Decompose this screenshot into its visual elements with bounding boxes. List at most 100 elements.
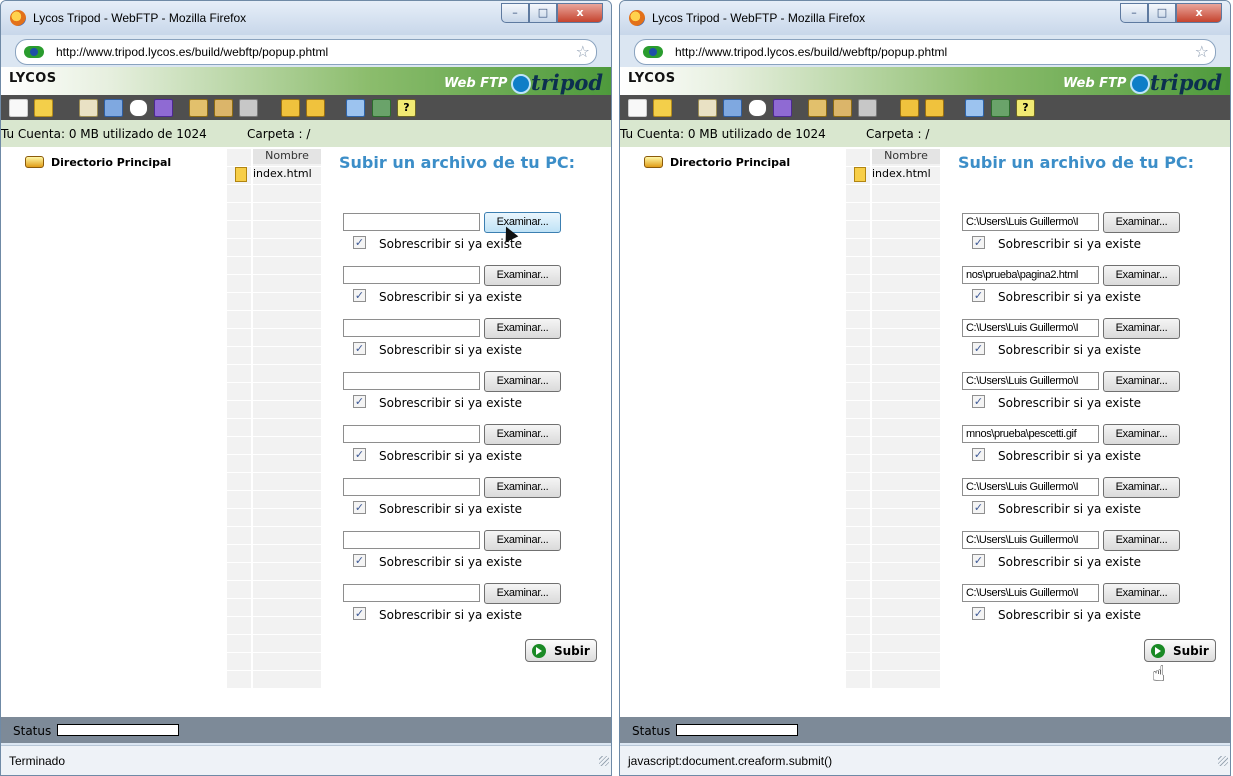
- edit-html-icon[interactable]: [773, 99, 792, 117]
- delete-icon[interactable]: [858, 99, 877, 117]
- overwrite-checkbox[interactable]: ✓: [353, 607, 366, 620]
- lycos-logo[interactable]: LYCOS: [628, 71, 676, 86]
- overwrite-checkbox[interactable]: ✓: [353, 448, 366, 461]
- overwrite-checkbox[interactable]: ✓: [972, 395, 985, 408]
- maximize-button[interactable]: □: [529, 3, 557, 23]
- browse-button[interactable]: Examinar...: [1103, 371, 1180, 392]
- view-icon[interactable]: [346, 99, 365, 117]
- submit-button[interactable]: Subir: [525, 639, 597, 662]
- overwrite-checkbox[interactable]: ✓: [972, 342, 985, 355]
- upload-icon[interactable]: [79, 99, 98, 117]
- overwrite-checkbox[interactable]: ✓: [353, 342, 366, 355]
- minimize-button[interactable]: –: [501, 3, 529, 23]
- rename-icon[interactable]: [306, 99, 325, 117]
- file-path-input[interactable]: [343, 213, 480, 231]
- browse-button[interactable]: Examinar...: [484, 424, 561, 445]
- properties-icon[interactable]: [104, 99, 123, 117]
- browse-button[interactable]: Examinar...: [484, 477, 561, 498]
- file-path-input[interactable]: [343, 266, 480, 284]
- overwrite-checkbox[interactable]: ✓: [353, 554, 366, 567]
- browse-button[interactable]: Examinar...: [1103, 583, 1180, 604]
- help-icon[interactable]: ?: [397, 99, 416, 117]
- browse-button[interactable]: Examinar...: [1103, 477, 1180, 498]
- lycos-logo[interactable]: LYCOS: [9, 71, 57, 86]
- browse-button[interactable]: Examinar...: [484, 265, 561, 286]
- browse-button[interactable]: Examinar...: [1103, 265, 1180, 286]
- preview-icon[interactable]: [748, 99, 767, 117]
- paste-icon[interactable]: [833, 99, 852, 117]
- overwrite-checkbox[interactable]: ✓: [972, 607, 985, 620]
- root-directory[interactable]: Directorio Principal: [51, 156, 171, 169]
- new-file-icon[interactable]: [9, 99, 28, 117]
- browse-button[interactable]: Examinar...: [484, 530, 561, 551]
- copy-icon[interactable]: [808, 99, 827, 117]
- browse-button[interactable]: Examinar...: [1103, 424, 1180, 445]
- file-path-input[interactable]: C:\Users\Luis Guillermo\I: [962, 478, 1099, 496]
- resize-grip[interactable]: [1218, 756, 1228, 766]
- overwrite-checkbox[interactable]: ✓: [972, 448, 985, 461]
- file-path-input[interactable]: C:\Users\Luis Guillermo\I: [962, 372, 1099, 390]
- name-column-header[interactable]: Nombre: [253, 149, 321, 164]
- bookmark-star-icon[interactable]: ☆: [1195, 42, 1209, 62]
- overwrite-checkbox[interactable]: ✓: [972, 236, 985, 249]
- file-path-input[interactable]: [343, 584, 480, 602]
- edit-html-icon[interactable]: [154, 99, 173, 117]
- browse-button[interactable]: Examinar...: [1103, 530, 1180, 551]
- new-folder-icon[interactable]: [653, 99, 672, 117]
- overwrite-checkbox[interactable]: ✓: [353, 395, 366, 408]
- address-bar[interactable]: http://www.tripod.lycos.es/build/webftp/…: [634, 39, 1216, 65]
- maximize-button[interactable]: □: [1148, 3, 1176, 23]
- file-path-input[interactable]: nos\prueba\pagina2.html: [962, 266, 1099, 284]
- browse-button[interactable]: Examinar...: [1103, 318, 1180, 339]
- file-path-input[interactable]: C:\Users\Luis Guillermo\I: [962, 319, 1099, 337]
- overwrite-checkbox[interactable]: ✓: [972, 501, 985, 514]
- overwrite-checkbox[interactable]: ✓: [972, 554, 985, 567]
- file-path-input[interactable]: C:\Users\Luis Guillermo\I: [962, 531, 1099, 549]
- resize-grip[interactable]: [599, 756, 609, 766]
- overwrite-checkbox[interactable]: ✓: [972, 289, 985, 302]
- file-name[interactable]: index.html: [872, 167, 931, 180]
- root-directory[interactable]: Directorio Principal: [670, 156, 790, 169]
- overwrite-checkbox[interactable]: ✓: [353, 236, 366, 249]
- new-file-icon[interactable]: [628, 99, 647, 117]
- file-path-input[interactable]: [343, 425, 480, 443]
- file-path-input[interactable]: [343, 531, 480, 549]
- bookmark-star-icon[interactable]: ☆: [576, 42, 590, 62]
- browse-button[interactable]: Examinar...: [484, 318, 561, 339]
- delete-icon[interactable]: [239, 99, 258, 117]
- browse-button[interactable]: Examinar...: [484, 371, 561, 392]
- properties-icon[interactable]: [723, 99, 742, 117]
- file-name[interactable]: index.html: [253, 167, 312, 180]
- move-folder-icon[interactable]: [900, 99, 919, 117]
- rename-icon[interactable]: [925, 99, 944, 117]
- file-path-input[interactable]: C:\Users\Luis Guillermo\I: [962, 213, 1099, 231]
- file-path-input[interactable]: C:\Users\Luis Guillermo\I: [962, 584, 1099, 602]
- view-icon[interactable]: [965, 99, 984, 117]
- browse-button[interactable]: Examinar...: [1103, 212, 1180, 233]
- file-path-input[interactable]: [343, 319, 480, 337]
- overwrite-checkbox[interactable]: ✓: [353, 289, 366, 302]
- browse-button[interactable]: Examinar...: [484, 212, 561, 233]
- copy-icon[interactable]: [189, 99, 208, 117]
- sort-icon[interactable]: [372, 99, 391, 117]
- url-text[interactable]: http://www.tripod.lycos.es/build/webftp/…: [56, 45, 328, 59]
- close-button[interactable]: x: [557, 3, 603, 23]
- upload-icon[interactable]: [698, 99, 717, 117]
- minimize-button[interactable]: –: [1120, 3, 1148, 23]
- file-path-input[interactable]: [343, 478, 480, 496]
- file-path-input[interactable]: mnos\prueba\pescetti.gif: [962, 425, 1099, 443]
- preview-icon[interactable]: [129, 99, 148, 117]
- paste-icon[interactable]: [214, 99, 233, 117]
- site-identity-icon[interactable]: [24, 46, 44, 58]
- browse-button[interactable]: Examinar...: [484, 583, 561, 604]
- move-folder-icon[interactable]: [281, 99, 300, 117]
- help-icon[interactable]: ?: [1016, 99, 1035, 117]
- address-bar[interactable]: http://www.tripod.lycos.es/build/webftp/…: [15, 39, 597, 65]
- overwrite-checkbox[interactable]: ✓: [353, 501, 366, 514]
- name-column-header[interactable]: Nombre: [872, 149, 940, 164]
- file-path-input[interactable]: [343, 372, 480, 390]
- sort-icon[interactable]: [991, 99, 1010, 117]
- close-button[interactable]: x: [1176, 3, 1222, 23]
- submit-button[interactable]: Subir: [1144, 639, 1216, 662]
- url-text[interactable]: http://www.tripod.lycos.es/build/webftp/…: [675, 45, 947, 59]
